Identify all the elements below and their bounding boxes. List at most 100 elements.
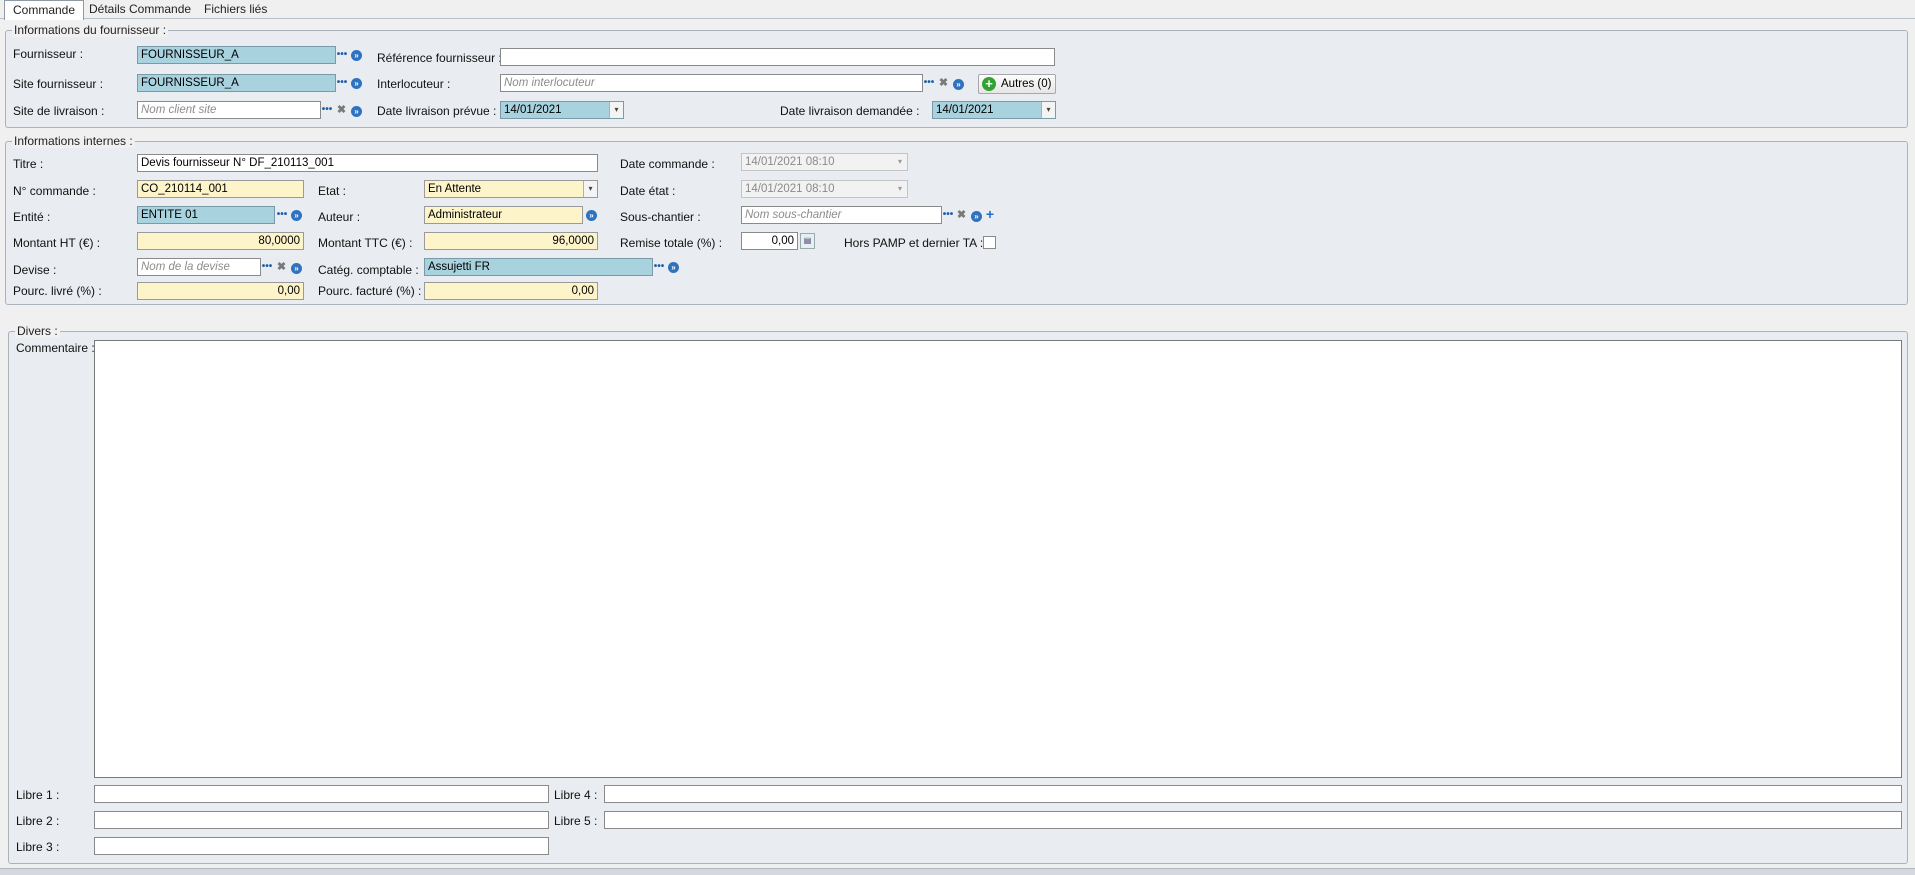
date-livraison-demandee-value: 14/01/2021 xyxy=(936,104,994,116)
chevron-down-icon[interactable]: ▾ xyxy=(1041,102,1055,118)
remise-totale-input[interactable]: 0,00 xyxy=(741,232,798,250)
auteur-label: Auteur : xyxy=(318,210,361,224)
date-etat-label: Date état : xyxy=(620,184,676,198)
interlocuteur-clear-icon[interactable]: ✖ xyxy=(938,76,949,90)
date-commande-label: Date commande : xyxy=(620,157,715,171)
reference-fournisseur-label: Référence fournisseur : xyxy=(377,51,502,65)
date-commande-picker: 14/01/2021 08:10 ▾ xyxy=(741,153,908,171)
titre-label: Titre : xyxy=(13,157,44,171)
commentaire-label: Commentaire : xyxy=(16,341,95,355)
fournisseur-label: Fournisseur : xyxy=(13,47,84,61)
auteur-field[interactable]: Administrateur xyxy=(424,206,583,224)
interlocuteur-input[interactable]: Nom interlocuteur xyxy=(500,74,923,92)
categ-comptable-field[interactable]: Assujetti FR xyxy=(424,258,653,276)
site-livraison-input[interactable]: Nom client site xyxy=(137,101,321,119)
libre3-label: Libre 3 : xyxy=(16,840,60,854)
tab-bar: Commande Détails Commande Fichiers liés xyxy=(0,0,1915,20)
etat-select[interactable]: En Attente ▾ xyxy=(424,180,598,198)
devise-browse-icon[interactable]: ••• xyxy=(261,259,273,275)
date-etat-picker: 14/01/2021 08:10 ▾ xyxy=(741,180,908,198)
chevron-down-icon: ▾ xyxy=(893,154,907,170)
date-etat-value: 14/01/2021 08:10 xyxy=(745,183,835,195)
sous-chantier-open-icon[interactable]: » xyxy=(971,211,982,222)
fournisseur-open-icon[interactable]: » xyxy=(351,50,362,61)
site-fournisseur-browse-icon[interactable]: ••• xyxy=(336,75,348,91)
pourc-facture-field: 0,00 xyxy=(424,282,598,300)
autres-button-label: Autres (0) xyxy=(1001,78,1052,90)
date-livraison-prevue-label: Date livraison prévue : xyxy=(377,104,497,118)
date-livraison-demandee-picker[interactable]: 14/01/2021 ▾ xyxy=(932,101,1056,119)
date-commande-value: 14/01/2021 08:10 xyxy=(745,156,835,168)
entite-label: Entité : xyxy=(13,210,51,224)
auteur-open-icon[interactable]: » xyxy=(586,210,597,221)
libre5-input[interactable] xyxy=(604,811,1902,829)
interlocuteur-open-icon[interactable]: » xyxy=(953,79,964,90)
tab-details-commande[interactable]: Détails Commande xyxy=(81,1,199,19)
num-commande-label: N° commande : xyxy=(13,184,96,198)
entite-field[interactable]: ENTITE 01 xyxy=(137,206,275,224)
bottom-status-strip xyxy=(0,868,1915,875)
montant-ht-field[interactable]: 80,0000 xyxy=(137,232,304,250)
site-fournisseur-open-icon[interactable]: » xyxy=(351,78,362,89)
pourc-livre-field: 0,00 xyxy=(137,282,304,300)
entite-browse-icon[interactable]: ••• xyxy=(276,207,288,223)
devise-clear-icon[interactable]: ✖ xyxy=(276,260,287,274)
date-livraison-prevue-value: 14/01/2021 xyxy=(504,104,562,116)
site-livraison-clear-icon[interactable]: ✖ xyxy=(336,103,347,117)
categ-comptable-label: Catég. comptable : xyxy=(318,263,419,277)
fournisseur-browse-icon[interactable]: ••• xyxy=(336,47,348,63)
chevron-down-icon[interactable]: ▾ xyxy=(609,102,623,118)
internal-info-title: Informations internes : xyxy=(12,134,135,148)
categ-comptable-open-icon[interactable]: » xyxy=(668,262,679,273)
montant-ht-label: Montant HT (€) : xyxy=(13,236,101,250)
interlocuteur-browse-icon[interactable]: ••• xyxy=(923,75,935,91)
categ-comptable-browse-icon[interactable]: ••• xyxy=(653,259,665,275)
etat-label: Etat : xyxy=(318,184,347,198)
chevron-down-icon: ▾ xyxy=(893,181,907,197)
libre4-label: Libre 4 : xyxy=(554,788,598,802)
tab-commande[interactable]: Commande xyxy=(4,0,85,20)
libre1-label: Libre 1 : xyxy=(16,788,60,802)
divers-title: Divers : xyxy=(15,324,60,338)
supplier-info-title: Informations du fournisseur : xyxy=(12,23,169,37)
fournisseur-field[interactable]: FOURNISSEUR_A xyxy=(137,46,336,64)
site-livraison-label: Site de livraison : xyxy=(13,104,105,118)
sous-chantier-add-icon[interactable]: + xyxy=(984,207,996,222)
pourc-livre-label: Pourc. livré (%) : xyxy=(13,284,102,298)
devise-label: Devise : xyxy=(13,263,57,277)
pourc-facture-label: Pourc. facturé (%) : xyxy=(318,284,422,298)
site-livraison-open-icon[interactable]: » xyxy=(351,106,362,117)
remise-totale-label: Remise totale (%) : xyxy=(620,236,723,250)
hors-pamp-label: Hors PAMP et dernier TA : xyxy=(844,236,984,250)
libre1-input[interactable] xyxy=(94,785,549,803)
entite-open-icon[interactable]: » xyxy=(291,210,302,221)
montant-ttc-field[interactable]: 96,0000 xyxy=(424,232,598,250)
etat-value: En Attente xyxy=(428,183,482,195)
titre-input[interactable]: Devis fournisseur N° DF_210113_001 xyxy=(137,154,598,172)
autres-button[interactable]: + Autres (0) xyxy=(978,74,1056,94)
calculator-icon[interactable]: ▤ xyxy=(800,233,815,249)
sous-chantier-browse-icon[interactable]: ••• xyxy=(942,207,954,223)
libre2-input[interactable] xyxy=(94,811,549,829)
montant-ttc-label: Montant TTC (€) : xyxy=(318,236,413,250)
reference-fournisseur-input[interactable] xyxy=(500,48,1055,66)
date-livraison-demandee-label: Date livraison demandée : xyxy=(780,104,920,118)
site-fournisseur-field[interactable]: FOURNISSEUR_A xyxy=(137,74,336,92)
num-commande-field[interactable]: CO_210114_001 xyxy=(137,180,304,198)
date-livraison-prevue-picker[interactable]: 14/01/2021 ▾ xyxy=(500,101,624,119)
commentaire-textarea[interactable] xyxy=(94,340,1902,778)
sous-chantier-input[interactable]: Nom sous-chantier xyxy=(741,206,942,224)
site-livraison-browse-icon[interactable]: ••• xyxy=(321,102,333,118)
hors-pamp-checkbox[interactable] xyxy=(983,236,996,249)
sous-chantier-label: Sous-chantier : xyxy=(620,210,701,224)
devise-input[interactable]: Nom de la devise xyxy=(137,258,261,276)
sous-chantier-clear-icon[interactable]: ✖ xyxy=(956,208,967,222)
libre3-input[interactable] xyxy=(94,837,549,855)
interlocuteur-label: Interlocuteur : xyxy=(377,77,451,91)
devise-open-icon[interactable]: » xyxy=(291,263,302,274)
chevron-down-icon[interactable]: ▾ xyxy=(583,181,597,197)
libre2-label: Libre 2 : xyxy=(16,814,60,828)
site-fournisseur-label: Site fournisseur : xyxy=(13,77,104,91)
tab-fichiers-lies[interactable]: Fichiers liés xyxy=(196,1,275,19)
libre4-input[interactable] xyxy=(604,785,1902,803)
